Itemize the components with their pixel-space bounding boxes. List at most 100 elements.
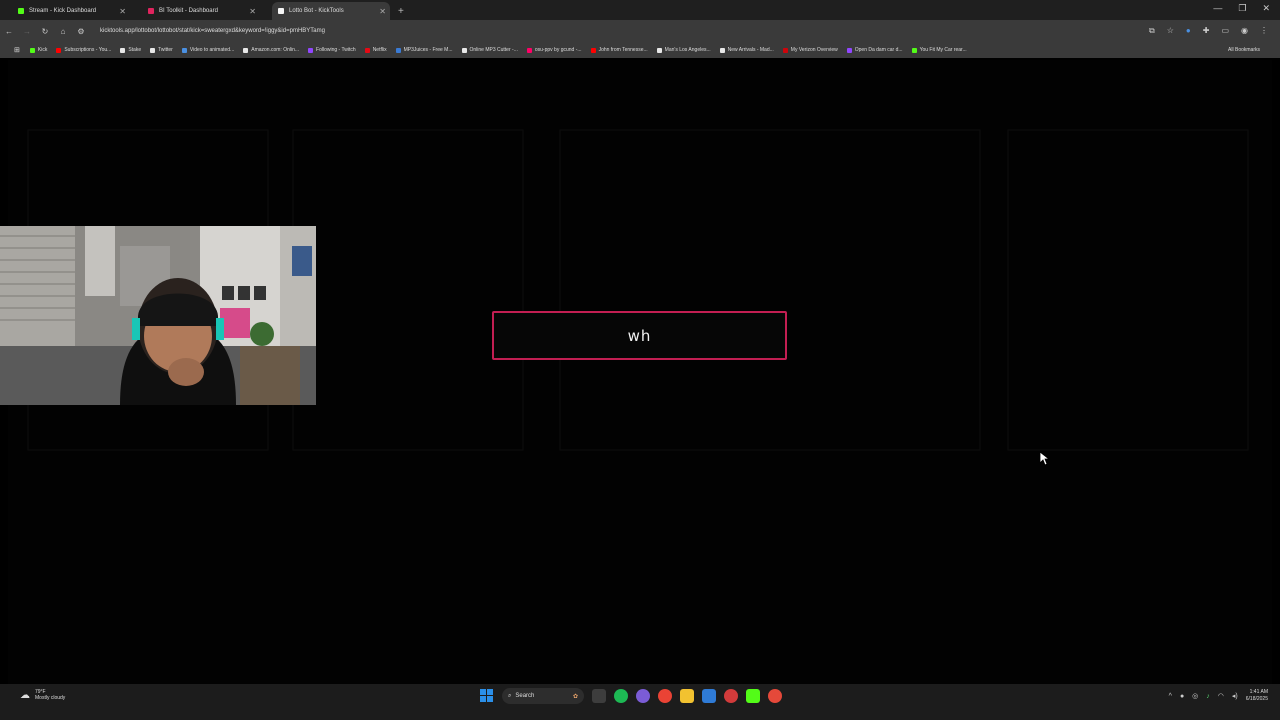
bookmark-item[interactable]: Twitter bbox=[150, 47, 173, 53]
spotify-icon[interactable] bbox=[614, 689, 628, 703]
bookmark-label: Stake bbox=[128, 47, 142, 53]
tab-lotto-bot[interactable]: Lotto Bot - KickTools ✕ bbox=[272, 2, 390, 20]
tab-label: Stream - Kick Dashboard bbox=[29, 8, 97, 14]
bookmark-label: New Arrivals - Mad... bbox=[727, 47, 774, 53]
bookmark-favicon-icon bbox=[150, 47, 156, 53]
bookmark-label: Video to animated... bbox=[189, 47, 235, 53]
bookmark-favicon-icon bbox=[846, 47, 852, 53]
bookmark-item[interactable]: Netflix bbox=[364, 47, 387, 53]
close-icon[interactable]: ✕ bbox=[249, 7, 256, 16]
back-icon[interactable]: ← bbox=[0, 27, 18, 36]
bookmark-favicon-icon bbox=[29, 47, 35, 53]
app-icon[interactable] bbox=[724, 689, 738, 703]
bookmark-label: Open Da dam car d... bbox=[854, 47, 903, 53]
close-icon[interactable]: ✕ bbox=[119, 7, 126, 16]
kick-icon[interactable] bbox=[746, 689, 760, 703]
bookmark-item[interactable]: Amazon.com: Onlin... bbox=[243, 47, 299, 53]
windows-start-icon[interactable] bbox=[480, 689, 494, 703]
bookmark-favicon-icon bbox=[590, 47, 596, 53]
bookmark-item[interactable]: Subscriptions - You... bbox=[56, 47, 111, 53]
bookmark-favicon-icon bbox=[461, 47, 467, 53]
bookmark-label: Online MP3 Cutter -... bbox=[469, 47, 518, 53]
close-icon[interactable]: ✕ bbox=[379, 7, 386, 16]
chrome-icon[interactable] bbox=[658, 689, 672, 703]
bookmark-item[interactable]: Stake bbox=[120, 47, 141, 53]
taskbar-apps: ⌕ Search ✿ bbox=[480, 688, 782, 704]
url-field[interactable]: kicktools.app/lottobot/lottobot/stat/kic… bbox=[100, 28, 325, 34]
clock[interactable]: 1:41 AM 6/18/2025 bbox=[1246, 689, 1268, 703]
forward-icon[interactable]: → bbox=[18, 27, 36, 36]
tray-steam-icon[interactable]: ◎ bbox=[1192, 692, 1198, 700]
home-icon[interactable]: ⌂ bbox=[54, 27, 72, 36]
profile-icon[interactable]: ◉ bbox=[1241, 26, 1248, 36]
new-tab-icon[interactable]: + bbox=[398, 6, 404, 17]
minimize-icon[interactable]: — bbox=[1213, 3, 1222, 14]
extensions-puzzle-icon[interactable]: ✚ bbox=[1203, 26, 1210, 36]
weather-widget[interactable]: ☁ 79°F Mostly cloudy bbox=[20, 689, 65, 701]
bookmark-label: MP3Juices - Free M... bbox=[403, 47, 453, 53]
sidebar-icon[interactable]: ▭ bbox=[1221, 26, 1229, 36]
install-app-icon[interactable]: ⧉ bbox=[1149, 26, 1155, 36]
mouse-cursor-icon bbox=[1040, 452, 1050, 466]
bookmark-item[interactable]: MP3Juices - Free M... bbox=[395, 47, 453, 53]
reload-icon[interactable]: ↻ bbox=[36, 27, 54, 36]
tab-kick-dashboard[interactable]: Stream - Kick Dashboard ✕ bbox=[12, 2, 130, 20]
tray-mic-icon[interactable]: ♪ bbox=[1206, 693, 1210, 700]
bookmark-item[interactable]: Kick bbox=[29, 47, 48, 53]
bookmark-item[interactable]: Video to animated... bbox=[181, 47, 235, 53]
webcam-overlay bbox=[0, 226, 316, 405]
microsoft-store-icon[interactable] bbox=[702, 689, 716, 703]
kicktools-favicon-icon bbox=[278, 8, 284, 14]
taskbar-search[interactable]: ⌕ Search ✿ bbox=[502, 688, 584, 704]
close-window-icon[interactable]: ✕ bbox=[1262, 3, 1270, 14]
bookmark-item[interactable]: Man's Los Angeles... bbox=[656, 47, 711, 53]
webcam-image bbox=[0, 226, 316, 405]
discord-icon[interactable] bbox=[636, 689, 650, 703]
bookmark-item[interactable]: New Arrivals - Mad... bbox=[719, 47, 774, 53]
extension-icon[interactable]: ● bbox=[1186, 26, 1191, 36]
bookmark-label: Netflix bbox=[372, 47, 387, 53]
volume-icon[interactable]: ◂) bbox=[1232, 692, 1238, 700]
bookmark-item[interactable]: Online MP3 Cutter -... bbox=[461, 47, 518, 53]
bookmark-favicon-icon bbox=[526, 47, 532, 53]
bookmark-item[interactable]: Following - Twitch bbox=[308, 47, 356, 53]
bookmark-label: osu-ppv by gcund -... bbox=[534, 47, 582, 53]
tab-label: Lotto Bot - KickTools bbox=[289, 8, 344, 14]
site-info-icon[interactable]: ⚙ bbox=[72, 27, 90, 36]
overlay-message-box: wh bbox=[492, 311, 787, 360]
all-bookmarks-link[interactable]: All Bookmarks bbox=[1228, 47, 1260, 53]
cloud-icon: ☁ bbox=[20, 689, 30, 701]
chevron-up-icon[interactable]: ^ bbox=[1169, 693, 1172, 700]
bookmark-item[interactable]: John from Tennesse... bbox=[590, 47, 648, 53]
chrome-active-icon[interactable] bbox=[768, 689, 782, 703]
system-tray: ^ ● ◎ ♪ ◠ ◂) 1:41 AM 6/18/2025 bbox=[1169, 689, 1268, 703]
browser-tab-bar: Stream - Kick Dashboard ✕ BI Toolkit - D… bbox=[0, 0, 1280, 20]
file-explorer-icon[interactable] bbox=[680, 689, 694, 703]
task-view-icon[interactable] bbox=[592, 689, 606, 703]
bookmark-favicon-icon bbox=[181, 47, 187, 53]
bookmark-favicon-icon bbox=[395, 47, 401, 53]
bookmark-favicon-icon bbox=[719, 47, 725, 53]
bookmark-item[interactable]: osu-ppv by gcund -... bbox=[526, 47, 582, 53]
bookmark-star-icon[interactable]: ☆ bbox=[1167, 26, 1174, 36]
bookmark-favicon-icon bbox=[656, 47, 662, 53]
kick-favicon-icon bbox=[18, 8, 24, 14]
apps-icon[interactable]: ⊞ bbox=[14, 46, 20, 54]
bookmark-label: John from Tennesse... bbox=[598, 47, 648, 53]
tab-bi-toolkit[interactable]: BI Toolkit - Dashboard ✕ bbox=[142, 2, 260, 20]
bookmark-item[interactable]: My Verizon Overview bbox=[782, 47, 838, 53]
restore-icon[interactable]: ❐ bbox=[1238, 3, 1246, 14]
windows-taskbar: ☁ 79°F Mostly cloudy ⌕ Search ✿ ^ ● ◎ ♪ … bbox=[0, 684, 1280, 720]
tray-app-icon[interactable]: ● bbox=[1180, 693, 1184, 700]
bookmark-item[interactable]: You Fit My Car rear... bbox=[911, 47, 967, 53]
bookmark-favicon-icon bbox=[782, 47, 788, 53]
bookmark-label: You Fit My Car rear... bbox=[919, 47, 967, 53]
search-highlight-icon: ✿ bbox=[572, 693, 578, 700]
bookmarks-bar: ⊞ Kick Subscriptions - You... Stake Twit… bbox=[0, 42, 1280, 58]
bookmark-label: Kick bbox=[37, 47, 48, 53]
wifi-icon[interactable]: ◠ bbox=[1218, 692, 1224, 700]
window-controls: — ❐ ✕ bbox=[1213, 3, 1270, 14]
menu-icon[interactable]: ⋮ bbox=[1260, 26, 1268, 36]
weather-desc: Mostly cloudy bbox=[35, 695, 66, 701]
bookmark-item[interactable]: Open Da dam car d... bbox=[846, 47, 903, 53]
